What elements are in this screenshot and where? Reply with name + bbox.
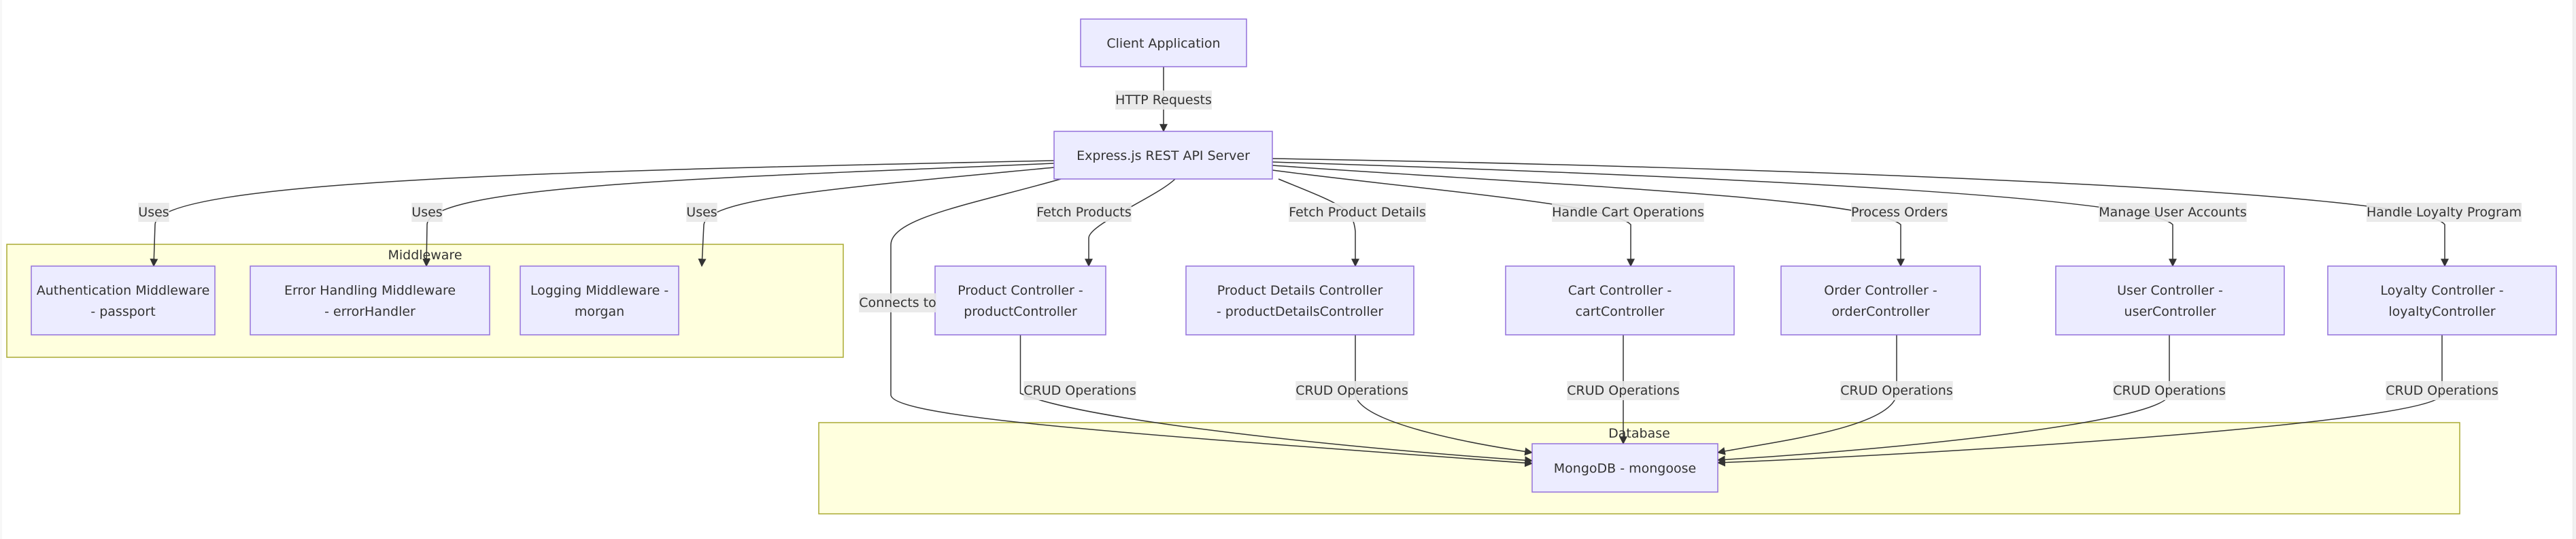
node-auth[interactable]: Authentication Middleware - passport bbox=[31, 265, 216, 336]
edge-server-to-productDetails bbox=[1278, 178, 1359, 267]
node-error[interactable]: Error Handling Middleware - errorHandler bbox=[250, 265, 490, 336]
edge-label-text: Uses bbox=[411, 205, 442, 220]
edge-label-text: CRUD Operations bbox=[2386, 383, 2498, 398]
node-order[interactable]: Order Controller - orderController bbox=[1780, 265, 1981, 336]
node-order-label-line: orderController bbox=[1831, 304, 1929, 319]
edge-label-text: Uses bbox=[138, 205, 169, 220]
node-auth-label-line: Authentication Middleware bbox=[37, 283, 210, 298]
edge-label-server-to-productDetails: Fetch Product Details bbox=[1289, 203, 1426, 222]
node-auth-box[interactable] bbox=[31, 265, 216, 336]
node-loyalty-label-line: loyaltyController bbox=[2388, 304, 2495, 319]
edge-server-to-product bbox=[1085, 178, 1176, 267]
edge-label-text: CRUD Operations bbox=[1295, 383, 1408, 398]
edge-label-text: CRUD Operations bbox=[1567, 383, 1680, 398]
node-order-label-line: Order Controller - bbox=[1824, 283, 1937, 298]
edge-label-text: Handle Cart Operations bbox=[1552, 205, 1704, 220]
edge-label-server-to-cart: Handle Cart Operations bbox=[1552, 203, 1704, 222]
edge-label-server-to-user: Manage User Accounts bbox=[2099, 203, 2247, 222]
node-logging-box[interactable] bbox=[520, 265, 679, 336]
node-order-box[interactable] bbox=[1780, 265, 1981, 336]
edge-label-text: HTTP Requests bbox=[1115, 93, 1212, 108]
edge-label-text: Fetch Products bbox=[1036, 205, 1132, 220]
node-loyalty[interactable]: Loyalty Controller - loyaltyController bbox=[2327, 265, 2557, 336]
edge-label-text: Connects to bbox=[859, 295, 936, 310]
node-product-label-line: productController bbox=[964, 304, 1077, 319]
node-logging[interactable]: Logging Middleware - morgan bbox=[520, 265, 679, 336]
node-user-box[interactable] bbox=[2055, 265, 2285, 336]
node-user-label-line: User Controller - bbox=[2117, 283, 2223, 298]
edge-label-server-to-mongo: Connects to bbox=[859, 293, 936, 312]
architecture-diagram: Middleware Database Client Application Exp… bbox=[6, 18, 2557, 514]
edge-label-server-to-order: Process Orders bbox=[1850, 203, 1948, 222]
node-error-label-line: Error Handling Middleware bbox=[284, 283, 456, 298]
node-error-label-line: - errorHandler bbox=[324, 304, 416, 319]
node-cart-label-line: cartController bbox=[1576, 304, 1665, 319]
edge-label-text: Manage User Accounts bbox=[2099, 205, 2246, 220]
node-loyalty-box[interactable] bbox=[2327, 265, 2557, 336]
edge-label-order-to-mongo: CRUD Operations bbox=[1840, 381, 1953, 400]
node-product-label-line: Product Controller - bbox=[957, 283, 1083, 298]
node-auth-label-line: - passport bbox=[90, 304, 155, 319]
edge-label-server-to-logging: Uses bbox=[686, 203, 717, 222]
node-logging-label-line: Logging Middleware - bbox=[530, 283, 668, 298]
node-cart-label-line: Cart Controller - bbox=[1568, 283, 1672, 298]
edge-label-server-to-product: Fetch Products bbox=[1036, 203, 1132, 222]
edge-label-loyalty-to-mongo: CRUD Operations bbox=[2386, 381, 2498, 400]
node-cart[interactable]: Cart Controller - cartController bbox=[1505, 265, 1735, 336]
edge-label-text: Fetch Product Details bbox=[1289, 205, 1426, 220]
node-productDetails-label-line: Product Details Controller bbox=[1217, 283, 1383, 298]
edge-label-text: CRUD Operations bbox=[1840, 383, 1953, 398]
edge-label-product-to-mongo: CRUD Operations bbox=[1023, 381, 1136, 400]
node-product-box[interactable] bbox=[934, 265, 1106, 336]
node-logging-label-line: morgan bbox=[575, 304, 624, 319]
node-client-label-line: Client Application bbox=[1106, 36, 1220, 51]
node-loyalty-label-line: Loyalty Controller - bbox=[2380, 283, 2503, 298]
node-productDetails[interactable]: Product Details Controller - productDetai… bbox=[1185, 265, 1414, 336]
edge-label-server-to-error: Uses bbox=[411, 203, 443, 222]
cluster-database-label: Database bbox=[1608, 426, 1670, 441]
edge-label-server-to-loyalty: Handle Loyalty Program bbox=[2367, 203, 2522, 222]
node-productDetails-box[interactable] bbox=[1185, 265, 1414, 336]
edge-label-text: Process Orders bbox=[1851, 205, 1948, 220]
edge-label-text: Uses bbox=[686, 205, 717, 220]
edge-label-text: Handle Loyalty Program bbox=[2367, 205, 2522, 220]
edge-label-productDetails-to-mongo: CRUD Operations bbox=[1295, 381, 1408, 400]
node-mongo[interactable]: MongoDB - mongoose bbox=[1531, 443, 1718, 493]
edge-label-text: CRUD Operations bbox=[2113, 383, 2226, 398]
node-productDetails-label-line: - productDetailsController bbox=[1217, 304, 1383, 319]
edge-label-text: CRUD Operations bbox=[1023, 383, 1136, 398]
node-error-box[interactable] bbox=[250, 265, 490, 336]
node-product[interactable]: Product Controller - productController bbox=[934, 265, 1106, 336]
node-user-label-line: userController bbox=[2124, 304, 2216, 319]
node-server-label-line: Express.js REST API Server bbox=[1077, 148, 1250, 163]
node-server[interactable]: Express.js REST API Server bbox=[1053, 131, 1273, 180]
cluster-middleware-label: Middleware bbox=[388, 248, 462, 263]
edge-label-cart-to-mongo: CRUD Operations bbox=[1567, 381, 1680, 400]
node-cart-box[interactable] bbox=[1505, 265, 1735, 336]
node-mongo-label-line: MongoDB - mongoose bbox=[1554, 461, 1696, 476]
edge-label-client-to-server: HTTP Requests bbox=[1115, 91, 1212, 110]
node-user[interactable]: User Controller - userController bbox=[2055, 265, 2285, 336]
node-client[interactable]: Client Application bbox=[1080, 18, 1247, 67]
edge-label-user-to-mongo: CRUD Operations bbox=[2113, 381, 2226, 400]
edge-label-server-to-auth: Uses bbox=[138, 203, 169, 222]
